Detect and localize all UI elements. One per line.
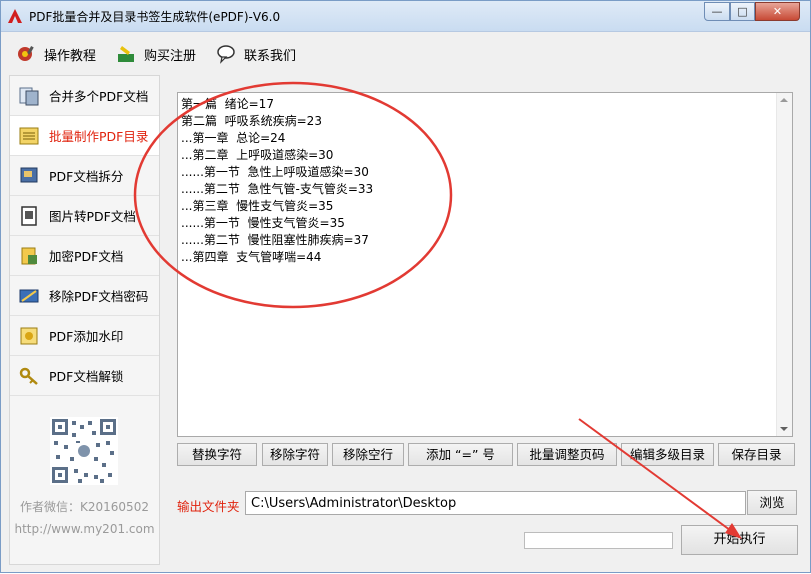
remove-chars-button[interactable]: 移除字符 [262,443,328,466]
toc-line: ......第一节 急性上呼吸道感染=30 [181,165,369,179]
sidebar-item-label: 移除PDF文档密码 [49,289,149,304]
qr-code-icon [50,417,118,485]
register-icon [118,46,134,62]
maximize-button[interactable]: □ [730,2,755,21]
sidebar-item-unlock[interactable]: PDF文档解锁 [10,356,159,396]
window-title: PDF批量合并及目录书签生成软件(ePDF)-V6.0 [29,10,281,24]
toc-line: ......第一节 慢性支气管炎=35 [181,216,345,230]
toc-line: 第二篇 呼吸系统疾病=23 [181,114,322,128]
sidebar-item-label: 加密PDF文档 [49,249,124,264]
toc-line: ...第四章 支气管哮喘=44 [181,250,322,264]
contact-icon [217,45,235,64]
output-folder-input[interactable] [245,491,746,515]
sidebar-item-remove-password[interactable]: 移除PDF文档密码 [10,276,159,316]
progress-bar [524,532,673,549]
sidebar-item-label: 批量制作PDF目录 [49,129,149,144]
remove-password-icon [19,289,39,302]
toc-icon [19,127,39,144]
toolbar: 操作教程 购买注册 联系我们 [1,32,810,74]
toc-line: ......第二节 急性气管-支气管炎=33 [181,182,374,196]
toolbar-contact-label: 联系我们 [244,48,297,64]
scroll-down-icon[interactable] [780,427,788,431]
toc-line: ...第三章 慢性支气管炎=35 [181,199,334,213]
author-wechat: 作者微信：K20160502 [20,500,149,514]
toolbar-register-label: 购买注册 [144,48,197,64]
toolbar-contact-button[interactable]: 联系我们 [216,43,296,65]
image-to-pdf-icon [21,205,37,226]
tutorial-icon [18,46,34,61]
save-toc-button[interactable]: 保存目录 [718,443,795,466]
sidebar-item-label: 图片转PDF文档 [49,209,136,224]
sidebar-item-label: 合并多个PDF文档 [49,89,149,104]
main-panel: 第一篇 绪论=17 第二篇 呼吸系统疾病=23 ...第一章 总论=24 ...… [166,81,802,565]
sidebar-item-label: PDF文档解锁 [49,369,124,384]
sidebar: 合并多个PDF文档 批量制作PDF目录 PDF文档拆分 图片转PDF文档 加密P… [9,75,160,565]
toc-lines: 第一篇 绪论=17 第二篇 呼吸系统疾病=23 ...第一章 总论=24 ...… [181,96,373,266]
browse-button[interactable]: 浏览 [747,490,797,515]
sidebar-item-split[interactable]: PDF文档拆分 [10,156,159,196]
toolbar-tutorial-button[interactable]: 操作教程 [16,43,96,65]
unlock-icon [19,367,38,385]
sidebar-item-watermark[interactable]: PDF添加水印 [10,316,159,356]
watermark-icon [20,327,38,344]
split-icon [20,167,38,182]
toc-editor[interactable]: 第一篇 绪论=17 第二篇 呼吸系统疾病=23 ...第一章 总论=24 ...… [177,92,793,437]
sidebar-item-merge[interactable]: 合并多个PDF文档 [10,76,159,116]
app-logo-icon [8,9,22,23]
add-equals-button[interactable]: 添加 “=” 号 [408,443,513,466]
toc-line: ...第一章 总论=24 [181,131,286,145]
title-bar[interactable]: PDF批量合并及目录书签生成软件(ePDF)-V6.0 — □ ✕ [1,1,810,32]
app-window: PDF批量合并及目录书签生成软件(ePDF)-V6.0 — □ ✕ 操作教程 购… [0,0,811,573]
merge-icon [19,87,39,105]
toc-line: ...第二章 上呼吸道感染=30 [181,148,334,162]
sidebar-item-label: PDF添加水印 [49,329,124,344]
website-link[interactable]: http://www.my201.com [10,522,159,536]
start-button[interactable]: 开始执行 [681,525,798,555]
sidebar-item-toc[interactable]: 批量制作PDF目录 [10,116,159,156]
close-button[interactable]: ✕ [755,2,800,21]
toc-line: 第一篇 绪论=17 [181,97,274,111]
replace-chars-button[interactable]: 替换字符 [177,443,257,466]
editor-scrollbar[interactable] [776,93,792,436]
toolbar-tutorial-label: 操作教程 [44,48,97,64]
sidebar-item-image-to-pdf[interactable]: 图片转PDF文档 [10,196,159,236]
toolbar-register-button[interactable]: 购买注册 [116,43,196,65]
edit-multilevel-toc-button[interactable]: 编辑多级目录 [621,443,714,466]
encrypt-icon [21,247,37,264]
scroll-up-icon[interactable] [780,98,788,102]
adjust-page-numbers-button[interactable]: 批量调整页码 [517,443,617,466]
remove-empty-lines-button[interactable]: 移除空行 [332,443,404,466]
toc-line: ......第二节 慢性阻塞性肺疾病=37 [181,233,369,247]
sidebar-item-encrypt[interactable]: 加密PDF文档 [10,236,159,276]
output-folder-label: 输出文件夹 [177,499,240,514]
minimize-button[interactable]: — [704,2,730,21]
sidebar-item-label: PDF文档拆分 [49,169,124,184]
